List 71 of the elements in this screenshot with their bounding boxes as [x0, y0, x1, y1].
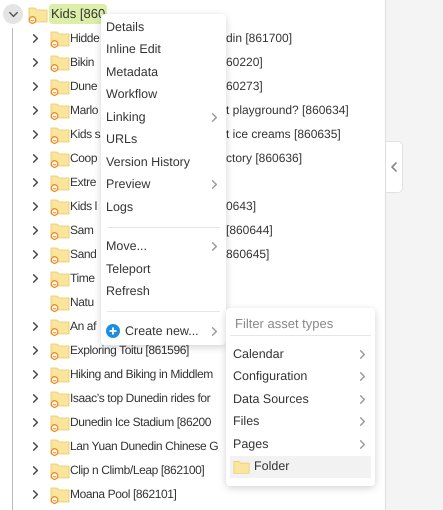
- menu-item[interactable]: Workflow: [101, 84, 226, 106]
- tree-item-text: t playground? [860634]: [226, 102, 349, 119]
- expand-icon: [30, 464, 41, 476]
- tree-item-text: ctory [860636]: [226, 150, 302, 167]
- expand-icon: [30, 32, 41, 44]
- expand-icon: [30, 488, 41, 500]
- tree-item-text: 60220]: [226, 54, 263, 71]
- expand-icon: [30, 344, 41, 356]
- plus-icon: [106, 324, 120, 338]
- menu-item[interactable]: Linking: [101, 106, 226, 128]
- tree-item-text: [860644]: [226, 222, 273, 239]
- menu-item[interactable]: Logs: [101, 196, 226, 218]
- menu-item[interactable]: Pages: [230, 433, 371, 456]
- menu-item[interactable]: Calendar: [230, 343, 371, 366]
- tree-item[interactable]: Natu: [70, 293, 94, 311]
- tree-item[interactable]: Dunedin Ice Stadium [86200: [70, 413, 212, 431]
- menu-item[interactable]: Metadata: [101, 61, 226, 84]
- tree-item[interactable]: Hidde: [70, 29, 100, 47]
- menu-item[interactable]: Version History: [101, 151, 226, 174]
- expand-icon: [30, 56, 41, 68]
- expand-icon: [30, 128, 41, 140]
- expand-icon: [30, 368, 41, 380]
- tree-item[interactable]: Dune: [70, 77, 98, 95]
- expand-icon: [30, 200, 41, 212]
- tree-item-text: 860645]: [226, 246, 270, 263]
- collapse-toggle[interactable]: [3, 4, 23, 24]
- menu-item[interactable]: Configuration: [230, 366, 371, 388]
- tree-item-text: t ice creams [860635]: [226, 126, 341, 143]
- expand-icon: [30, 224, 41, 236]
- tree-item[interactable]: Sand: [70, 245, 96, 263]
- tree-item[interactable]: Lan Yuan Dunedin Chinese G: [70, 437, 218, 455]
- expand-icon: [30, 152, 41, 164]
- tree-item-text: 60273]: [226, 78, 263, 95]
- tree-item[interactable]: Kids l: [70, 197, 97, 215]
- tree-item[interactable]: Moana Pool [862101]: [70, 485, 176, 503]
- tree-item[interactable]: Extre: [70, 173, 96, 191]
- expand-icon: [30, 320, 41, 332]
- tree-item[interactable]: Hiking and Biking in Middlem: [70, 365, 213, 383]
- tree-item[interactable]: Sam: [70, 221, 94, 239]
- menu-item[interactable]: Data Sources: [230, 388, 371, 410]
- menu-item[interactable]: Inline Edit: [101, 38, 226, 61]
- menu-item[interactable]: Move...: [101, 236, 226, 258]
- tree-item[interactable]: Kids s: [70, 125, 100, 143]
- expand-icon: [30, 416, 41, 428]
- tree-item[interactable]: Isaac’s top Dunedin rides for: [70, 389, 210, 407]
- collapse-panel-button[interactable]: [386, 141, 403, 193]
- tree-item[interactable]: Marlo: [70, 101, 98, 119]
- tree-item-text: 0643]: [226, 198, 256, 215]
- expand-icon: [30, 80, 41, 92]
- expand-icon: [30, 272, 41, 284]
- tree-item[interactable]: Time: [70, 269, 95, 287]
- tree-item[interactable]: Exploring Toitu [861596]: [70, 341, 189, 359]
- menu-item[interactable]: URLs: [101, 128, 226, 151]
- expand-icon: [30, 176, 41, 188]
- expand-icon: [30, 104, 41, 116]
- menu-item[interactable]: Preview: [101, 174, 226, 196]
- tree-item[interactable]: An af: [70, 317, 96, 335]
- filter-field[interactable]: Filter asset types: [230, 312, 371, 336]
- menu-item[interactable]: Create new...: [101, 320, 226, 342]
- expand-icon: [30, 440, 41, 452]
- menu-item[interactable]: Teleport: [101, 258, 226, 280]
- tree-item[interactable]: Bikin: [70, 53, 94, 71]
- tree-item[interactable]: Clip n Climb/Leap [862100]: [70, 461, 204, 479]
- menu-item[interactable]: Refresh: [101, 280, 226, 303]
- tree-item-text: din [861700]: [226, 30, 292, 47]
- expand-icon: [30, 392, 41, 404]
- tree-item[interactable]: Coop: [70, 149, 98, 167]
- expand-icon: [30, 248, 41, 260]
- folder-icon: [233, 458, 250, 476]
- menu-item[interactable]: Files: [230, 410, 371, 433]
- menu-item[interactable]: Folder: [230, 456, 371, 478]
